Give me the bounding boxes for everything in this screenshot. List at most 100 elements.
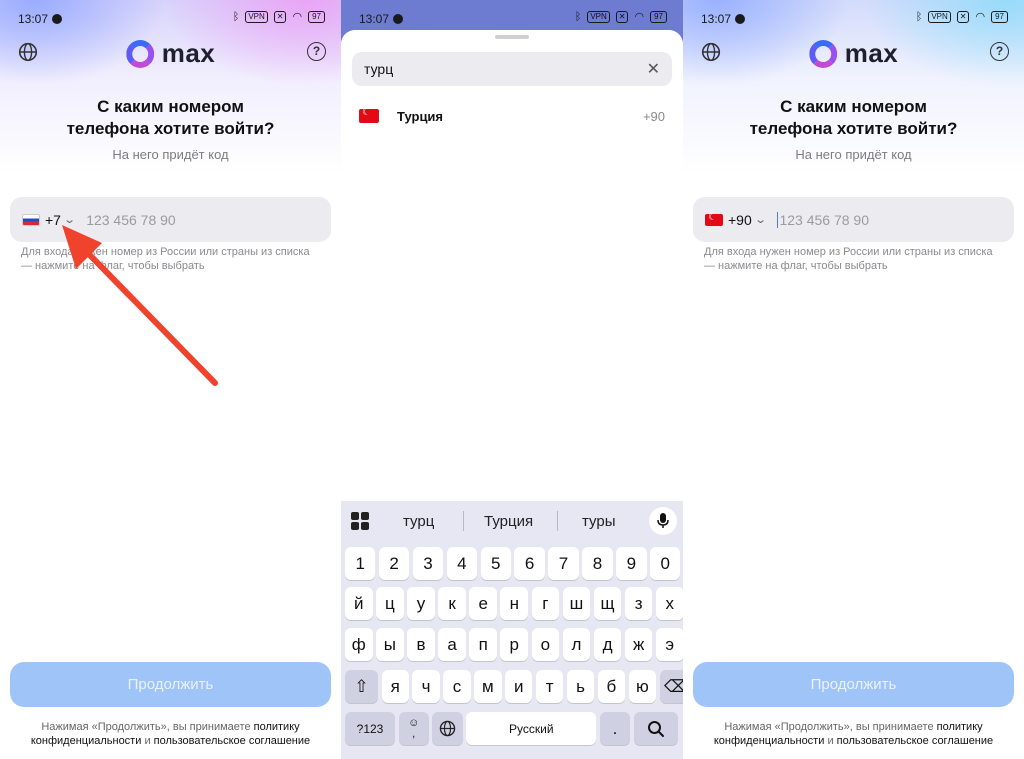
terms-prefix: Нажимая «Продолжить», вы принимаете [724, 721, 934, 733]
language-key[interactable] [432, 712, 463, 745]
key-4[interactable]: 4 [446, 547, 478, 580]
keyboard-apps-icon[interactable] [351, 512, 369, 530]
key-ц[interactable]: ц [376, 587, 404, 620]
suggestion-2[interactable]: Турция [484, 513, 533, 530]
key-с[interactable]: с [443, 670, 471, 703]
key-0[interactable]: 0 [650, 547, 681, 580]
user-agreement-link[interactable]: пользовательское соглашение [154, 735, 311, 747]
country-search-input[interactable]: турц [364, 61, 647, 77]
key-м[interactable]: м [474, 670, 502, 703]
no-sim-icon: ✕ [956, 11, 970, 23]
country-search-field[interactable]: турц ✕ [352, 52, 672, 86]
microphone-icon[interactable] [649, 507, 677, 535]
key-е[interactable]: е [469, 587, 497, 620]
russia-flag-icon[interactable] [22, 213, 40, 226]
key-б[interactable]: б [597, 670, 626, 703]
key-ь[interactable]: ь [566, 670, 595, 703]
vpn-badge: VPN [587, 11, 610, 23]
backspace-key[interactable]: ⌫ [659, 670, 683, 703]
space-key[interactable]: Русский [466, 712, 597, 745]
continue-button[interactable]: Продолжить [10, 662, 331, 707]
phone-input[interactable] [779, 211, 940, 228]
max-logo: max [125, 38, 216, 69]
clear-icon[interactable]: ✕ [647, 59, 660, 79]
country-result-row[interactable]: Турция +90 [341, 102, 683, 130]
question-icon: ? [990, 42, 1009, 61]
key-э[interactable]: э [655, 628, 683, 661]
key-8[interactable]: 8 [582, 547, 613, 580]
key-р[interactable]: р [500, 628, 529, 661]
notification-badge-icon [393, 14, 404, 24]
keyboard-row-bottom: ?123 ☺, Русский . [345, 712, 678, 745]
onscreen-keyboard: турц Турция туры 1234567890 йцукенгшщзх … [341, 501, 683, 759]
chevron-down-icon[interactable]: ⌄ [754, 213, 767, 226]
emoji-comma-key[interactable]: ☺, [398, 712, 429, 745]
key-з[interactable]: з [624, 587, 653, 620]
period-key[interactable]: . [599, 712, 631, 745]
key-ш[interactable]: ш [562, 587, 591, 620]
language-globe-icon[interactable] [701, 42, 721, 62]
key-к[interactable]: к [438, 587, 466, 620]
help-button[interactable]: ? [307, 42, 327, 62]
key-д[interactable]: д [593, 628, 622, 661]
user-agreement-link[interactable]: пользовательское соглашение [837, 735, 994, 747]
phone-field[interactable]: +90 ⌄ [693, 197, 1014, 242]
shift-key[interactable]: ⇧ [345, 670, 378, 703]
comma-label: , [412, 727, 416, 740]
subtitle: На него придёт код [795, 147, 912, 162]
key-5[interactable]: 5 [480, 547, 511, 580]
key-п[interactable]: п [469, 628, 497, 661]
key-я[interactable]: я [381, 670, 409, 703]
login-screen-2: 13:07 ᛒ VPN ✕ ◠ 97 max ? С каким номером… [683, 0, 1024, 759]
country-name: Турция [397, 108, 444, 124]
keyboard-row-3: ⇧ ячсмитьбю ⌫ [345, 670, 683, 703]
terms-and: и [144, 735, 151, 747]
key-ф[interactable]: ф [345, 628, 373, 661]
key-ч[interactable]: ч [412, 670, 440, 703]
continue-button[interactable]: Продолжить [693, 662, 1014, 707]
battery-icon: 97 [650, 11, 667, 23]
key-й[interactable]: й [345, 587, 373, 620]
suggestion-1[interactable]: турц [403, 513, 434, 530]
key-ж[interactable]: ж [624, 628, 653, 661]
key-и[interactable]: и [505, 670, 533, 703]
turkey-flag-icon[interactable] [705, 212, 723, 226]
key-щ[interactable]: щ [593, 587, 622, 620]
symbols-key[interactable]: ?123 [345, 712, 395, 745]
key-т[interactable]: т [535, 670, 564, 703]
max-logo: max [808, 38, 899, 69]
key-9[interactable]: 9 [616, 547, 647, 580]
page-title: С каким номером телефона хотите войти? [683, 96, 1024, 140]
key-1[interactable]: 1 [345, 547, 376, 580]
terms-prefix: Нажимая «Продолжить», вы принимаете [41, 721, 251, 733]
title-line-2: телефона хотите войти? [749, 119, 958, 138]
language-globe-icon[interactable] [18, 42, 38, 62]
subtitle: На него придёт код [112, 147, 229, 162]
keyboard-row-digits: 1234567890 [345, 547, 681, 580]
terms-text: Нажимая «Продолжить», вы принимаете поли… [683, 720, 1024, 748]
key-г[interactable]: г [531, 587, 560, 620]
help-button[interactable]: ? [990, 42, 1010, 62]
turkey-flag-icon [359, 107, 379, 123]
country-code[interactable]: +90 [728, 212, 752, 228]
globe-icon [439, 720, 456, 737]
suggestion-3[interactable]: туры [582, 513, 616, 530]
key-ы[interactable]: ы [376, 628, 404, 661]
search-key[interactable] [633, 712, 678, 745]
key-6[interactable]: 6 [514, 547, 545, 580]
key-а[interactable]: а [438, 628, 466, 661]
suggestion-divider [557, 511, 558, 531]
key-х[interactable]: х [655, 587, 683, 620]
key-7[interactable]: 7 [548, 547, 579, 580]
sheet-grabber[interactable] [495, 35, 529, 39]
key-2[interactable]: 2 [378, 547, 410, 580]
max-logo-text: max [844, 38, 899, 68]
key-о[interactable]: о [531, 628, 560, 661]
key-у[interactable]: у [407, 587, 435, 620]
key-ю[interactable]: ю [628, 670, 657, 703]
suggestion-divider [463, 511, 464, 531]
key-3[interactable]: 3 [412, 547, 444, 580]
key-л[interactable]: л [562, 628, 591, 661]
key-в[interactable]: в [407, 628, 435, 661]
key-н[interactable]: н [500, 587, 529, 620]
